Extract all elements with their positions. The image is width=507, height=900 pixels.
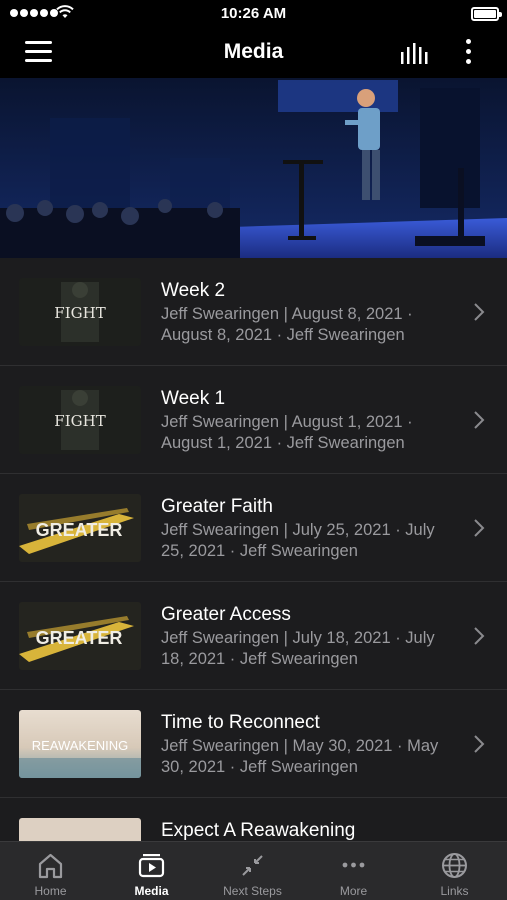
battery-icon	[471, 7, 502, 21]
tab-label: More	[339, 884, 368, 898]
media-title: Week 1	[161, 388, 226, 409]
more-vertical-icon[interactable]	[458, 39, 478, 69]
tab-next-steps[interactable]: Next Steps	[202, 842, 303, 900]
hamburger-menu-icon[interactable]	[25, 41, 53, 65]
tab-label: Media	[134, 884, 169, 898]
tab-label: Next Steps	[223, 884, 282, 898]
media-list-item[interactable]: REAWAKENING Time to Reconnect Jeff Swear…	[0, 690, 507, 798]
media-icon	[138, 854, 165, 878]
tab-home[interactable]: Home	[0, 842, 101, 900]
media-subtitle: Jeff Swearingen | July 18, 2021 · July 1…	[161, 629, 435, 668]
media-title: Time to Reconnect	[161, 712, 320, 733]
more-dots-icon	[342, 862, 365, 868]
media-list-item[interactable]: FIGHT Week 2 Jeff Swearingen | August 8,…	[0, 258, 507, 366]
media-subtitle: Jeff Swearingen | May 30, 2021 · May 30,…	[161, 737, 439, 776]
thumbnail-text: REAWAKENING	[32, 738, 129, 753]
media-list-item[interactable]: GREATER Greater Access Jeff Swearingen |…	[0, 582, 507, 690]
chevron-right-icon	[474, 411, 485, 429]
status-bar: 10:26 AM	[0, 0, 507, 28]
thumbnail-text: GREATER	[36, 628, 123, 648]
media-subtitle: Jeff Swearingen | August 8, 2021 · Augus…	[161, 305, 413, 344]
tab-bar: Home Media Next Steps More Links	[0, 841, 507, 900]
tab-media[interactable]: Media	[101, 842, 202, 900]
globe-icon	[442, 853, 467, 878]
tab-label: Links	[440, 884, 469, 898]
media-list-item[interactable]: Expect A Reawakening	[0, 798, 507, 841]
media-title: Greater Access	[161, 604, 291, 625]
thumbnail-text: FIGHT	[54, 304, 105, 322]
media-title: Greater Faith	[161, 496, 273, 517]
tab-more[interactable]: More	[303, 842, 404, 900]
media-title: Expect A Reawakening	[161, 820, 356, 841]
chevron-right-icon	[474, 303, 485, 321]
chevron-right-icon	[474, 735, 485, 753]
sermon-thumbnail: FIGHT	[19, 278, 141, 346]
status-time: 10:26 AM	[220, 5, 287, 22]
sermon-thumbnail: REAWAKENING	[19, 710, 141, 778]
tab-label: Home	[34, 884, 67, 898]
media-subtitle: Jeff Swearingen | August 1, 2021 · Augus…	[161, 413, 413, 452]
sermon-thumbnail: GREATER	[19, 602, 141, 670]
sermon-thumbnail	[19, 818, 141, 841]
media-subtitle: Jeff Swearingen | July 25, 2021 · July 2…	[161, 521, 435, 560]
media-list-item[interactable]: GREATER Greater Faith Jeff Swearingen | …	[0, 474, 507, 582]
page-title: Media	[223, 40, 284, 63]
thumbnail-text: FIGHT	[54, 412, 105, 430]
tab-links[interactable]: Links	[404, 842, 505, 900]
thumbnail-text: GREATER	[36, 520, 123, 540]
media-list: FIGHT Week 2 Jeff Swearingen | August 8,…	[0, 258, 507, 841]
media-list-item[interactable]: FIGHT Week 1 Jeff Swearingen | August 1,…	[0, 366, 507, 474]
media-title: Week 2	[161, 280, 226, 301]
next-steps-icon	[242, 855, 263, 876]
chevron-right-icon	[474, 627, 485, 645]
nav-bar: Media	[0, 28, 507, 78]
home-icon	[38, 853, 63, 879]
sermon-thumbnail: FIGHT	[19, 386, 141, 454]
chevron-right-icon	[474, 519, 485, 537]
hero-image	[0, 78, 507, 258]
sermon-thumbnail: GREATER	[19, 494, 141, 562]
audio-bars-icon[interactable]	[400, 42, 430, 66]
